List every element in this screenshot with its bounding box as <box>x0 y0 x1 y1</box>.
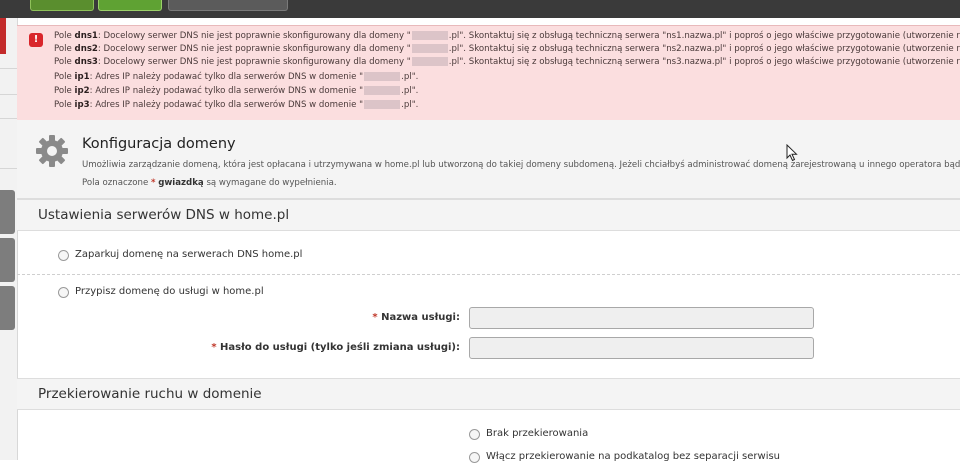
service-password-label: * Hasło do usługi (tylko jeśli zmiana us… <box>211 342 460 353</box>
error-line: Pole ip1: Adres IP należy podawać tylko … <box>54 72 419 82</box>
page-description: Umożliwia zarządzanie domeną, która jest… <box>82 160 960 170</box>
no-redirect-label[interactable]: Brak przekierowania <box>486 428 588 439</box>
sidebar-tab-2[interactable] <box>0 238 15 282</box>
assign-service-radio[interactable] <box>58 287 69 298</box>
redacted-domain <box>411 44 448 53</box>
error-line: Pole dns1: Docelowy serwer DNS nie jest … <box>54 31 960 41</box>
assign-service-label[interactable]: Przypisz domenę do usługi w home.pl <box>75 286 264 297</box>
redacted-domain <box>411 31 448 40</box>
section-title: Ustawienia serwerów DNS w home.pl <box>38 207 290 223</box>
subdir-redirect-label[interactable]: Włącz przekierowanie na podkatalog bez s… <box>486 451 780 462</box>
section-divider <box>17 274 960 275</box>
redacted-domain <box>364 100 401 109</box>
gear-icon <box>36 135 68 167</box>
sidebar-tab-1[interactable] <box>0 190 15 234</box>
sidebar-divider <box>0 118 17 119</box>
error-line: Pole ip2: Adres IP należy podawać tylko … <box>54 86 419 96</box>
service-name-label: * Nazwa usługi: <box>372 312 460 323</box>
sidebar-active-marker <box>0 18 6 54</box>
redacted-domain <box>364 72 401 81</box>
redacted-domain <box>411 57 448 66</box>
mouse-cursor-icon <box>786 144 798 162</box>
sidebar-divider <box>0 94 17 95</box>
error-line: Pole dns2: Docelowy serwer DNS nie jest … <box>54 44 960 54</box>
required-fields-note: Pola oznaczone * gwiazdką są wymagane do… <box>82 178 337 188</box>
toolbar-button-1[interactable] <box>30 0 94 11</box>
park-domain-label[interactable]: Zaparkuj domenę na serwerach DNS home.pl <box>75 249 302 260</box>
left-sidebar <box>0 18 18 460</box>
toolbar-button-2[interactable] <box>98 0 162 11</box>
park-domain-radio[interactable] <box>58 250 69 261</box>
subdir-redirect-radio[interactable] <box>469 452 480 463</box>
error-line: Pole ip3: Adres IP należy podawać tylko … <box>54 100 419 110</box>
page-title: Konfiguracja domeny <box>82 136 236 152</box>
sidebar-tab-3[interactable] <box>0 286 15 330</box>
section-title: Przekierowanie ruchu w domenie <box>38 386 262 402</box>
toolbar-button-3[interactable] <box>168 0 288 11</box>
dns-section-header: Ustawienia serwerów DNS w home.pl <box>17 199 960 231</box>
config-header: Konfiguracja domeny Umożliwia zarządzani… <box>17 120 960 199</box>
redacted-domain <box>364 86 401 95</box>
warning-icon: ! <box>29 33 43 47</box>
sidebar-divider <box>0 168 17 169</box>
sidebar-divider <box>0 68 17 69</box>
error-message-box: ! Pole dns1: Docelowy serwer DNS nie jes… <box>17 25 960 121</box>
service-name-input[interactable] <box>469 307 814 329</box>
redirect-section-header: Przekierowanie ruchu w domenie <box>17 378 960 410</box>
error-line: Pole dns3: Docelowy serwer DNS nie jest … <box>54 57 960 67</box>
service-password-input[interactable] <box>469 337 814 359</box>
no-redirect-radio[interactable] <box>469 429 480 440</box>
top-toolbar <box>0 0 960 18</box>
